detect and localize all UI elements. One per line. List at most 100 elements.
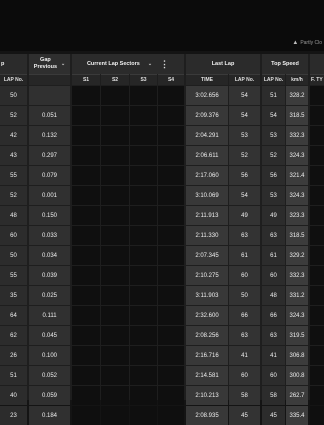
f-ty-cell — [310, 326, 324, 345]
table-row[interactable]: 50 3:02.656 54 51 328.2 — [0, 86, 324, 105]
s1-cell — [72, 166, 100, 185]
s2-cell — [101, 186, 129, 205]
time-label: TIME — [201, 77, 213, 83]
top-speed-kmh-cell: 324.3 — [286, 186, 308, 205]
gap-previous-cell: 0.132 — [29, 126, 70, 145]
s3-cell — [130, 266, 157, 285]
s4-cell — [158, 406, 184, 425]
table-row[interactable]: 23 0.184 2:08.935 45 45 335.4 — [0, 406, 324, 425]
top-speed-kmh-cell: 321.4 — [286, 166, 308, 185]
table-row[interactable]: 50 0.034 2:07.345 61 61 329.2 — [0, 246, 324, 265]
top-speed-lap-no-cell: 60 — [262, 366, 285, 385]
gap-leader-header[interactable]: p — [0, 54, 27, 74]
more-options-icon[interactable]: ⋮ — [160, 59, 169, 69]
table-row[interactable]: 60 0.033 2:11.330 63 63 318.5 — [0, 226, 324, 245]
s1-cell — [72, 406, 100, 425]
f-ty-cell — [310, 86, 324, 105]
top-speed-lap-no-cell: 53 — [262, 126, 285, 145]
s2-cell — [101, 346, 129, 365]
table-row[interactable]: 43 0.297 2:06.611 52 52 324.3 — [0, 146, 324, 165]
s1-cell — [72, 366, 100, 385]
last-lap-time-cell: 2:32.600 — [186, 306, 228, 325]
table-row[interactable]: 42 0.132 2:04.291 53 53 332.3 — [0, 126, 324, 145]
gap-previous-header[interactable]: Gap Previous ⌄ — [29, 54, 70, 74]
top-bar: ▲ Partly Clo — [0, 0, 324, 51]
last-lap-no-cell: 66 — [229, 306, 260, 325]
chevron-down-icon[interactable]: ⌄ — [148, 61, 152, 67]
top-speed-header: Top Speed — [262, 54, 308, 74]
gap-previous-cell: 0.033 — [29, 226, 70, 245]
s3-cell — [130, 366, 157, 385]
s4-cell — [158, 346, 184, 365]
s3-label: S3 — [140, 77, 147, 83]
s2-cell — [101, 86, 129, 105]
lap-no-cell: 48 — [0, 206, 27, 225]
f-ty-cell — [310, 306, 324, 325]
kmh-label: km/h — [291, 77, 303, 83]
table-row[interactable]: 64 0.111 2:32.600 66 66 324.3 — [0, 306, 324, 325]
gap-previous-subheader — [29, 74, 70, 85]
s1-label: S1 — [82, 77, 90, 83]
s4-cell — [158, 246, 184, 265]
table-row[interactable]: 62 0.045 2:08.256 63 63 319.5 — [0, 326, 324, 345]
s3-cell — [130, 126, 157, 145]
top-speed-lap-no-cell: 60 — [262, 266, 285, 285]
car-icon: ▲ — [292, 40, 299, 46]
gap-previous-cell: 0.034 — [29, 246, 70, 265]
f-ty-cell — [310, 246, 324, 265]
lap-no-cell: 43 — [0, 146, 27, 165]
table-row[interactable]: 55 0.039 2:10.275 60 60 332.3 — [0, 266, 324, 285]
f-ty-cell — [310, 106, 324, 125]
table-row[interactable]: 35 0.025 3:11.903 50 48 331.2 — [0, 286, 324, 305]
lap-no-cell: 23 — [0, 406, 27, 425]
last-lap-no-cell: 58 — [229, 386, 260, 405]
weather-text: Partly Clo — [300, 40, 322, 46]
table-row[interactable]: 40 0.059 2:10.213 58 58 262.7 — [0, 386, 324, 405]
last-lap-time-cell: 2:06.611 — [186, 146, 228, 165]
f-ty-subheader: F. TY — [310, 74, 324, 85]
s4-cell — [158, 326, 184, 345]
table-row[interactable]: 51 0.052 2:14.581 60 60 300.8 — [0, 366, 324, 385]
s1-cell — [72, 306, 100, 325]
top-speed-lap-no-subheader: LAP No. — [262, 74, 285, 85]
last-lap-time-cell: 2:07.345 — [186, 246, 228, 265]
top-speed-kmh-cell: 262.7 — [286, 386, 308, 405]
table-row[interactable]: 26 0.100 2:16.716 41 41 306.8 — [0, 346, 324, 365]
s2-cell — [101, 126, 129, 145]
f-ty-cell — [310, 126, 324, 145]
s2-cell — [101, 246, 129, 265]
table-row[interactable]: 52 0.001 3:10.069 54 53 324.3 — [0, 186, 324, 205]
gap-previous-cell: 0.079 — [29, 166, 70, 185]
last-lap-time-cell: 2:11.330 — [186, 226, 228, 245]
last-lap-time-cell: 2:09.376 — [186, 106, 228, 125]
s3-cell — [130, 166, 157, 185]
f-ty-cell — [310, 366, 324, 385]
s2-cell — [101, 386, 129, 405]
last-lap-time-cell: 3:10.069 — [186, 186, 228, 205]
top-speed-kmh-cell: 335.4 — [286, 406, 308, 425]
s3-cell — [130, 186, 157, 205]
table-row[interactable]: 48 0.150 2:11.913 49 49 323.3 — [0, 206, 324, 225]
f-ty-cell — [310, 346, 324, 365]
last-lap-time-cell: 2:17.060 — [186, 166, 228, 185]
s4-subheader: S4 — [158, 74, 184, 85]
chevron-down-icon[interactable]: ⌄ — [61, 61, 65, 67]
s4-cell — [158, 306, 184, 325]
gap-previous-cell: 0.001 — [29, 186, 70, 205]
last-lap-time-cell: 2:10.213 — [186, 386, 228, 405]
table-row[interactable]: 55 0.079 2:17.060 56 56 321.4 — [0, 166, 324, 185]
current-lap-sectors-header[interactable]: Current Lap Sectors ⌄ ⋮ — [72, 54, 184, 74]
lap-no-subheader: LAP No. — [0, 74, 27, 85]
top-speed-kmh-cell: 331.2 — [286, 286, 308, 305]
s4-cell — [158, 386, 184, 405]
last-lap-time-cell: 2:14.581 — [186, 366, 228, 385]
s1-cell — [72, 286, 100, 305]
s4-cell — [158, 226, 184, 245]
s1-cell — [72, 106, 100, 125]
last-lap-time-cell: 3:02.656 — [186, 86, 228, 105]
s4-cell — [158, 146, 184, 165]
last-lap-no-cell: 50 — [229, 286, 260, 305]
table-row[interactable]: 52 0.051 2:09.376 54 54 318.5 — [0, 106, 324, 125]
last-lap-time-cell: 2:08.256 — [186, 326, 228, 345]
last-lap-no-label: LAP No. — [234, 77, 255, 83]
